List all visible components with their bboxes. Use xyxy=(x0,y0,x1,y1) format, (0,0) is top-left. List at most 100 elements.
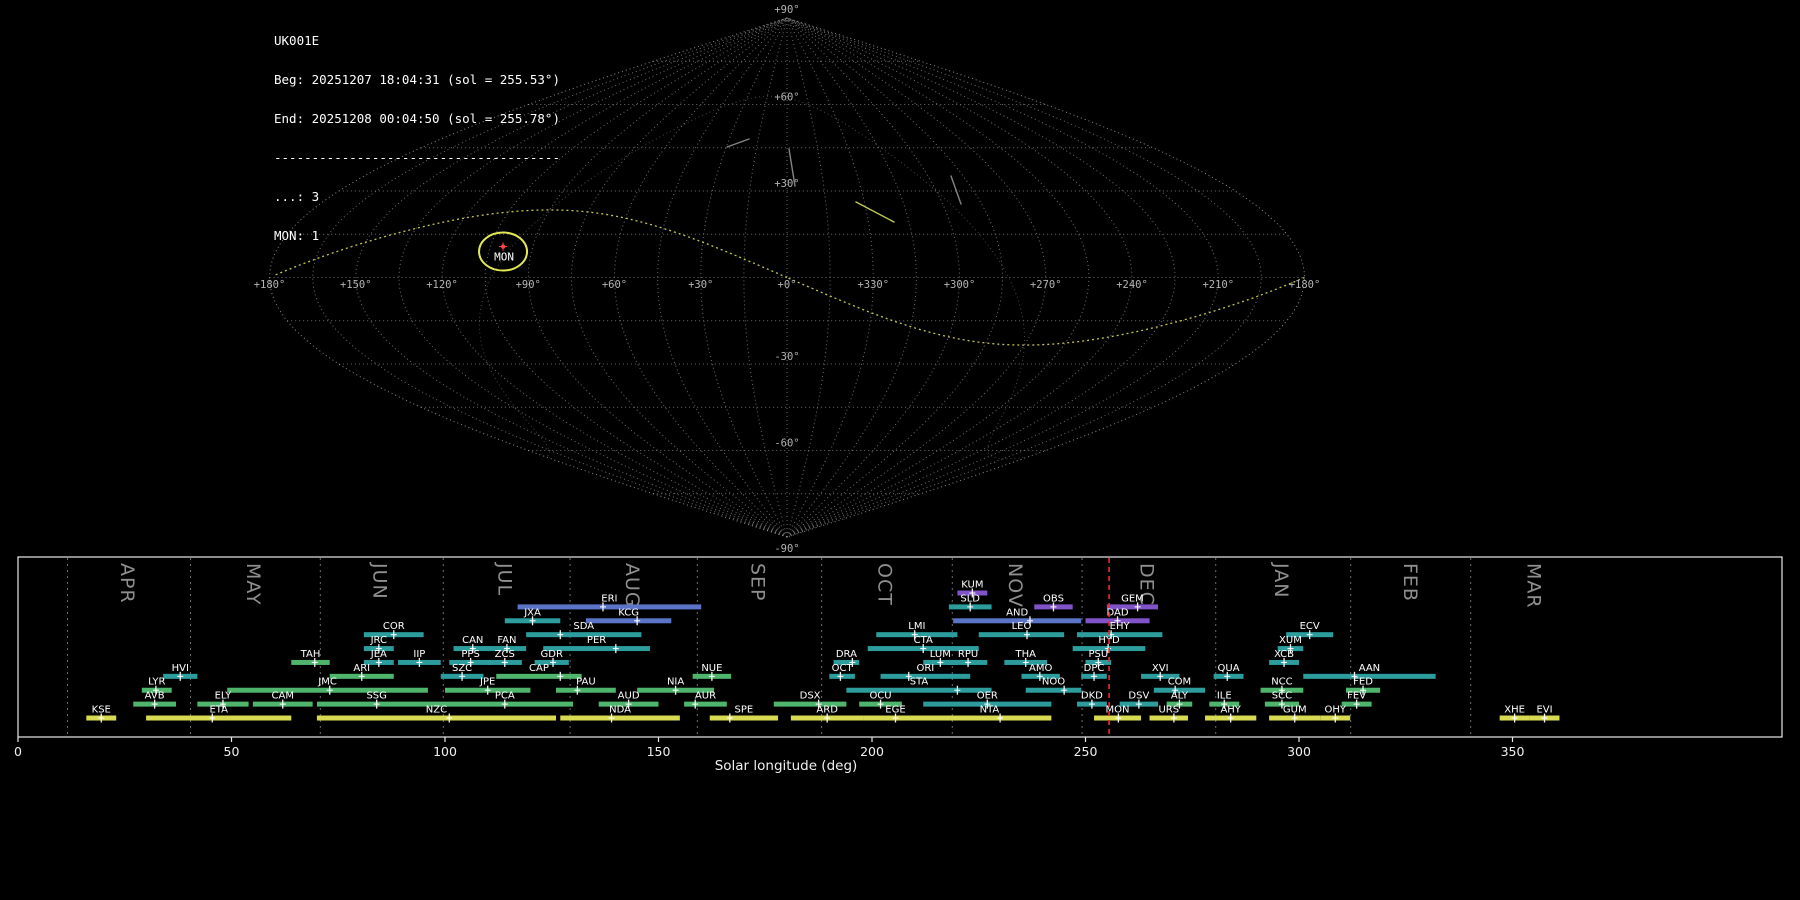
shower-code-label: PPS xyxy=(461,649,479,660)
shower-code-label: OCT xyxy=(832,663,854,674)
shower-code-label: HVI xyxy=(172,663,189,674)
shower-bar xyxy=(316,715,557,721)
month-label: FEB xyxy=(1399,563,1421,602)
galactic-line xyxy=(478,95,1025,460)
shower-bar xyxy=(291,659,330,665)
shower-code-label: JXA xyxy=(523,607,541,618)
map-longitude-label: +210° xyxy=(1202,279,1234,291)
station-id: UK001E xyxy=(274,33,320,48)
separator-line: -------------------------------------- xyxy=(274,150,560,165)
shower-code-label: DPC xyxy=(1084,663,1105,674)
shower-code-label: ERI xyxy=(601,593,617,604)
month-label: JAN xyxy=(1270,562,1292,598)
shower-code-label: IIP xyxy=(413,649,425,660)
map-latitude-label: +90° xyxy=(774,4,799,16)
shower-bar xyxy=(556,687,616,693)
shower-activity-chart: APR MAY JUN JUL AUG SEP OCT NOV DEC JAN FEB MARKUME… xyxy=(14,556,1783,774)
shower-code-label: NCC xyxy=(1271,677,1292,688)
shower-code-label: AUD xyxy=(618,691,640,702)
map-longitude-label: +270° xyxy=(1030,279,1062,291)
radiant-plot-page: +180° +150° +120° +90° +60° +30° +0° +330° +300°… xyxy=(0,0,1800,900)
map-latitude-label: +60° xyxy=(774,92,799,104)
shower-code-label: SSG xyxy=(366,691,386,702)
shower-code-label: KUM xyxy=(961,580,983,591)
shower-code-label: AND xyxy=(1006,607,1028,618)
shower-code-label: JMC xyxy=(317,677,337,688)
shower-code-label: EGE xyxy=(885,705,905,716)
shower-code-label: EHY xyxy=(1110,621,1131,632)
shower-code-label: FEV xyxy=(1347,691,1366,702)
shower-code-label: LEO xyxy=(1012,621,1032,632)
shower-code-label: JPE xyxy=(479,677,495,688)
shower-code-label: ARI xyxy=(353,663,370,674)
shower-bar xyxy=(1149,715,1188,721)
shower-code-label: COM xyxy=(1168,677,1191,688)
shower-code-label: NOO xyxy=(1042,677,1065,688)
shower-bar xyxy=(1025,687,1082,693)
shower-code-label: URS xyxy=(1158,705,1179,716)
shower-bar xyxy=(978,632,1065,638)
x-axis-title: Solar longitude (deg) xyxy=(715,758,858,774)
month-label: JUN xyxy=(369,562,391,600)
shower-code-label: PSU xyxy=(1088,649,1108,660)
shower-code-label: STA xyxy=(910,677,929,688)
grid-meridian xyxy=(570,17,788,538)
shower-bar xyxy=(1076,632,1163,638)
shower-code-label: KSE xyxy=(92,705,111,716)
shower-code-label: ELY xyxy=(215,691,233,702)
x-tick-label: 250 xyxy=(1074,744,1098,759)
radiant-plot-canvas: +180° +150° +120° +90° +60° +30° +0° +330° +300°… xyxy=(14,4,1783,774)
shower-code-label: LYR xyxy=(148,677,165,688)
shower-code-label: XVI xyxy=(1152,663,1169,674)
shower-code-label: DRA xyxy=(836,649,857,660)
month-label: NOV xyxy=(1004,563,1026,608)
shower-code-label: EVI xyxy=(1536,705,1552,716)
shower-code-label: AUR xyxy=(695,691,716,702)
end-time: End: 20251208 00:04:50 (sol = 255.78°) xyxy=(274,111,560,126)
shower-code-label: NIA xyxy=(667,677,684,688)
map-longitude-label: +90° xyxy=(516,279,541,291)
map-longitude-label: +0° xyxy=(778,279,797,291)
begin-time: Beg: 20251207 18:04:31 (sol = 255.53°) xyxy=(274,72,560,87)
map-longitude-label: +60° xyxy=(602,279,627,291)
map-longitude-label: +30° xyxy=(688,279,713,291)
grid-meridian xyxy=(786,17,1133,538)
month-label: AUG xyxy=(621,563,643,608)
map-latitude-label: -90° xyxy=(774,543,799,555)
shower-code-label: COR xyxy=(383,621,405,632)
shower-code-label: GEM xyxy=(1121,593,1144,604)
shower-code-label: GDR xyxy=(541,649,563,660)
shower-code-label: GUM xyxy=(1283,705,1307,716)
map-longitude-label: +180° xyxy=(254,279,286,291)
shower-code-label: OCU xyxy=(869,691,891,702)
shower-code-label: ORI xyxy=(916,663,934,674)
shower-code-label: OBS xyxy=(1043,593,1064,604)
shower-bar xyxy=(709,715,779,721)
shower-code-label: SCC xyxy=(1272,691,1292,702)
grid-meridian xyxy=(786,17,1176,538)
shower-code-label: NZC xyxy=(426,705,447,716)
shower-code-label: AMO xyxy=(1029,663,1052,674)
x-tick-label: 50 xyxy=(224,744,240,759)
shower-code-label: XCB xyxy=(1274,649,1294,660)
shower-code-label: NUE xyxy=(701,663,722,674)
shower-code-label: ECV xyxy=(1300,621,1320,632)
shower-code-label: SPE xyxy=(735,705,754,716)
x-tick-label: 0 xyxy=(14,744,22,759)
shower-code-label: PAU xyxy=(576,677,596,688)
map-longitude-label: +240° xyxy=(1116,279,1148,291)
shower-code-label: NDA xyxy=(609,705,631,716)
shower-code-label: PER xyxy=(587,635,606,646)
x-tick-label: 150 xyxy=(647,744,671,759)
shower-code-label: OHY xyxy=(1325,705,1347,716)
shower-code-label: RPU xyxy=(958,649,978,660)
month-label: MAR xyxy=(1523,563,1545,609)
shower-count: MON: 1 xyxy=(274,228,320,243)
shower-code-label: ILE xyxy=(1217,691,1232,702)
x-tick-label: 200 xyxy=(860,744,884,759)
shower-code-label: ETA xyxy=(209,705,228,716)
shower-code-label: DKD xyxy=(1081,691,1103,702)
shower-code-label: NTA xyxy=(980,705,1000,716)
observation-info: UK001E Beg: 20251207 18:04:31 (sol = 255… xyxy=(274,8,560,268)
shower-code-label: ZCS xyxy=(495,649,515,660)
